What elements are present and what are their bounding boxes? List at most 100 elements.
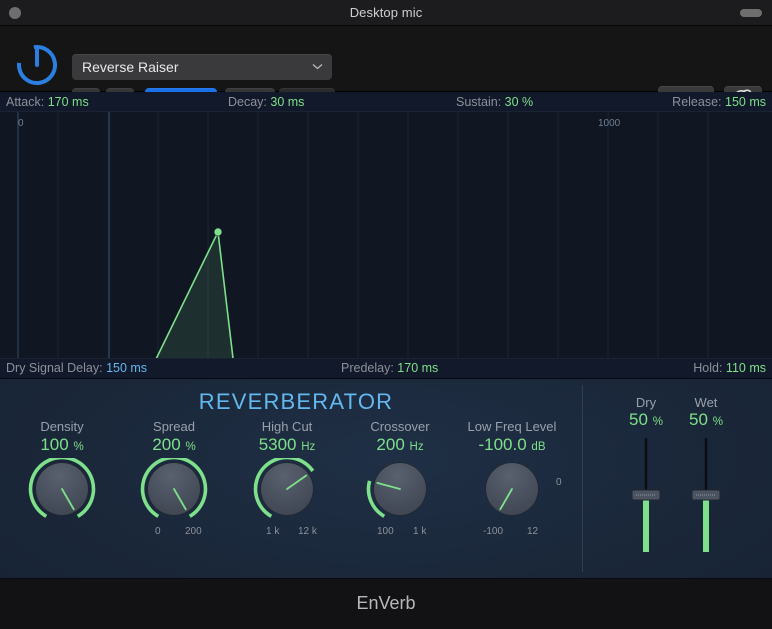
knob-spread-label: Spread <box>153 419 195 434</box>
knob-high-cut[interactable]: High Cut 5300 Hz 1 k 12 k <box>232 419 342 540</box>
axis-label-1: 1000 <box>598 118 621 129</box>
knob-0-svg <box>28 455 96 518</box>
envelope-svg[interactable]: 0 1000 <box>0 112 772 450</box>
knob-crossover[interactable]: Crossover 200 Hz 100 1 k <box>345 419 455 540</box>
preset-name: Reverse Raiser <box>82 59 179 75</box>
param-attack-value: 170 ms <box>47 95 89 109</box>
param-decay[interactable]: Decay: 30 ms <box>228 95 304 109</box>
knob-2-svg <box>253 455 315 518</box>
slider-dry-track[interactable] <box>616 436 676 554</box>
knob-low-freq-level-dial[interactable] <box>457 458 567 524</box>
knob-density-value: 100 <box>40 435 69 454</box>
knob-low-freq-level-value: -100.0 <box>478 435 527 454</box>
knob-crossover-unit: Hz <box>409 441 424 453</box>
param-attack[interactable]: Attack: 170 ms <box>6 95 89 109</box>
knob-4-svg <box>485 462 539 516</box>
param-attack-label: Attack: <box>6 95 45 109</box>
knob-high-cut-scale-min: 1 k <box>266 526 280 537</box>
knob-low-freq-level-scale-max: 12 <box>527 526 539 537</box>
slider-dry-value: 50 <box>629 410 648 429</box>
slider-dry-unit: % <box>652 416 663 428</box>
knob-high-cut-value: 5300 <box>258 435 297 454</box>
knob-high-cut-label: High Cut <box>261 419 313 434</box>
param-hold-label: Hold: <box>693 361 723 375</box>
slider-wet-label: Wet <box>694 395 718 410</box>
param-sustain[interactable]: Sustain: 30 % <box>456 95 533 109</box>
slider-wet-value: 50 <box>689 410 708 429</box>
knob-high-cut-dial[interactable] <box>232 455 342 524</box>
plugin-name: EnVerb <box>356 593 416 613</box>
power-icon[interactable] <box>16 44 58 86</box>
slider-wet-unit: % <box>712 416 723 428</box>
slider-wet-track[interactable] <box>676 436 736 554</box>
reverberator-section: REVERBERATOR Density 100 % Spread 200 % … <box>0 379 772 579</box>
param-hold[interactable]: Hold: 110 ms <box>693 361 766 375</box>
knob-low-freq-level-scale-min: -100 <box>483 526 504 537</box>
knob-density[interactable]: Density 100 % <box>7 419 117 540</box>
title-bar: Desktop mic <box>0 0 772 26</box>
param-predelay[interactable]: Predelay: 170 ms <box>341 361 438 375</box>
knob-density-label: Density <box>40 419 84 434</box>
param-release-label: Release: <box>672 95 722 109</box>
slider-dry-label: Dry <box>635 395 657 410</box>
knob-low-freq-level[interactable]: Low Freq Level -100.0 dB -100 12 0 <box>457 419 567 540</box>
param-hold-value: 110 ms <box>725 361 766 375</box>
section-divider <box>582 385 583 572</box>
knob-3-svg <box>366 462 427 518</box>
chevron-down-icon <box>312 54 323 80</box>
param-sustain-value: 30 % <box>504 95 534 109</box>
knob-crossover-value: 200 <box>376 435 405 454</box>
knob-density-dial[interactable] <box>7 455 117 524</box>
param-predelay-label: Predelay: <box>341 361 394 375</box>
envelope-handle-attack-peak <box>213 227 223 237</box>
knob-high-cut-scale-max: 12 k <box>298 526 317 537</box>
envelope-line <box>118 229 388 436</box>
plugin-window: Desktop mic Reverse Raiser ‹ › Compare C… <box>0 0 772 629</box>
param-release-value: 150 ms <box>725 95 766 109</box>
envelope-fill <box>119 232 387 435</box>
knob-density-unit: % <box>73 441 84 453</box>
knob-crossover-scale-max: 1 k <box>413 526 427 537</box>
knob-crossover-scale-min: 100 <box>377 526 394 537</box>
plugin-header: Reverse Raiser ‹ › Compare Copy Paste Vi… <box>0 26 772 111</box>
knob-crossover-scale: 100 1 k <box>345 526 455 540</box>
slider-1-svg <box>691 438 721 552</box>
knob-spread-unit: % <box>185 441 196 453</box>
knob-spread-value: 200 <box>152 435 181 454</box>
axis-label-0: 0 <box>18 118 24 129</box>
knob-high-cut-unit: Hz <box>301 441 316 453</box>
window-title: Desktop mic <box>349 5 423 20</box>
slider-0-svg <box>631 438 661 552</box>
knob-spread[interactable]: Spread 200 % 0 200 <box>119 419 229 540</box>
preset-selector[interactable]: Reverse Raiser <box>72 54 332 80</box>
knob-low-freq-level-scale: -100 12 <box>457 526 567 540</box>
slider-dry[interactable]: Dry 50 % <box>616 395 676 554</box>
param-dry-signal-delay-value: 150 ms <box>106 361 148 375</box>
knob-low-freq-level-label: Low Freq Level <box>467 419 557 434</box>
window-resize-pill[interactable] <box>740 9 762 17</box>
param-release[interactable]: Release: 150 ms <box>672 95 766 109</box>
knob-crossover-label: Crossover <box>370 419 430 434</box>
envelope-section: Attack: 170 ms Decay: 30 ms Sustain: 30 … <box>0 92 772 450</box>
reverberator-title: REVERBERATOR <box>198 389 394 414</box>
plugin-footer: EnVerb <box>0 579 772 629</box>
knob-density-scale <box>7 526 117 540</box>
envelope-bottom-params: Dry Signal Delay: 150 ms Predelay: 170 m… <box>0 358 772 378</box>
param-sustain-label: Sustain: <box>456 95 502 109</box>
knob-low-freq-level-unit: dB <box>531 441 546 453</box>
knob-low-freq-level-zero-mark: 0 <box>556 477 562 488</box>
knob-spread-dial[interactable] <box>119 455 229 524</box>
knob-spread-scale: 0 200 <box>119 526 229 540</box>
param-dry-signal-delay[interactable]: Dry Signal Delay: 150 ms <box>6 361 147 375</box>
param-dry-signal-delay-label: Dry Signal Delay: <box>6 361 103 375</box>
slider-wet[interactable]: Wet 50 % <box>676 395 736 554</box>
knob-spread-scale-max: 200 <box>185 526 202 537</box>
knob-1-svg <box>140 455 208 518</box>
param-decay-value: 30 ms <box>270 95 305 109</box>
envelope-graph[interactable]: 0 1000 <box>0 112 772 450</box>
knob-crossover-dial[interactable] <box>345 458 455 524</box>
knob-high-cut-scale: 1 k 12 k <box>232 526 342 540</box>
param-decay-label: Decay: <box>228 95 267 109</box>
param-predelay-value: 170 ms <box>397 361 439 375</box>
envelope-top-params: Attack: 170 ms Decay: 30 ms Sustain: 30 … <box>0 92 772 112</box>
